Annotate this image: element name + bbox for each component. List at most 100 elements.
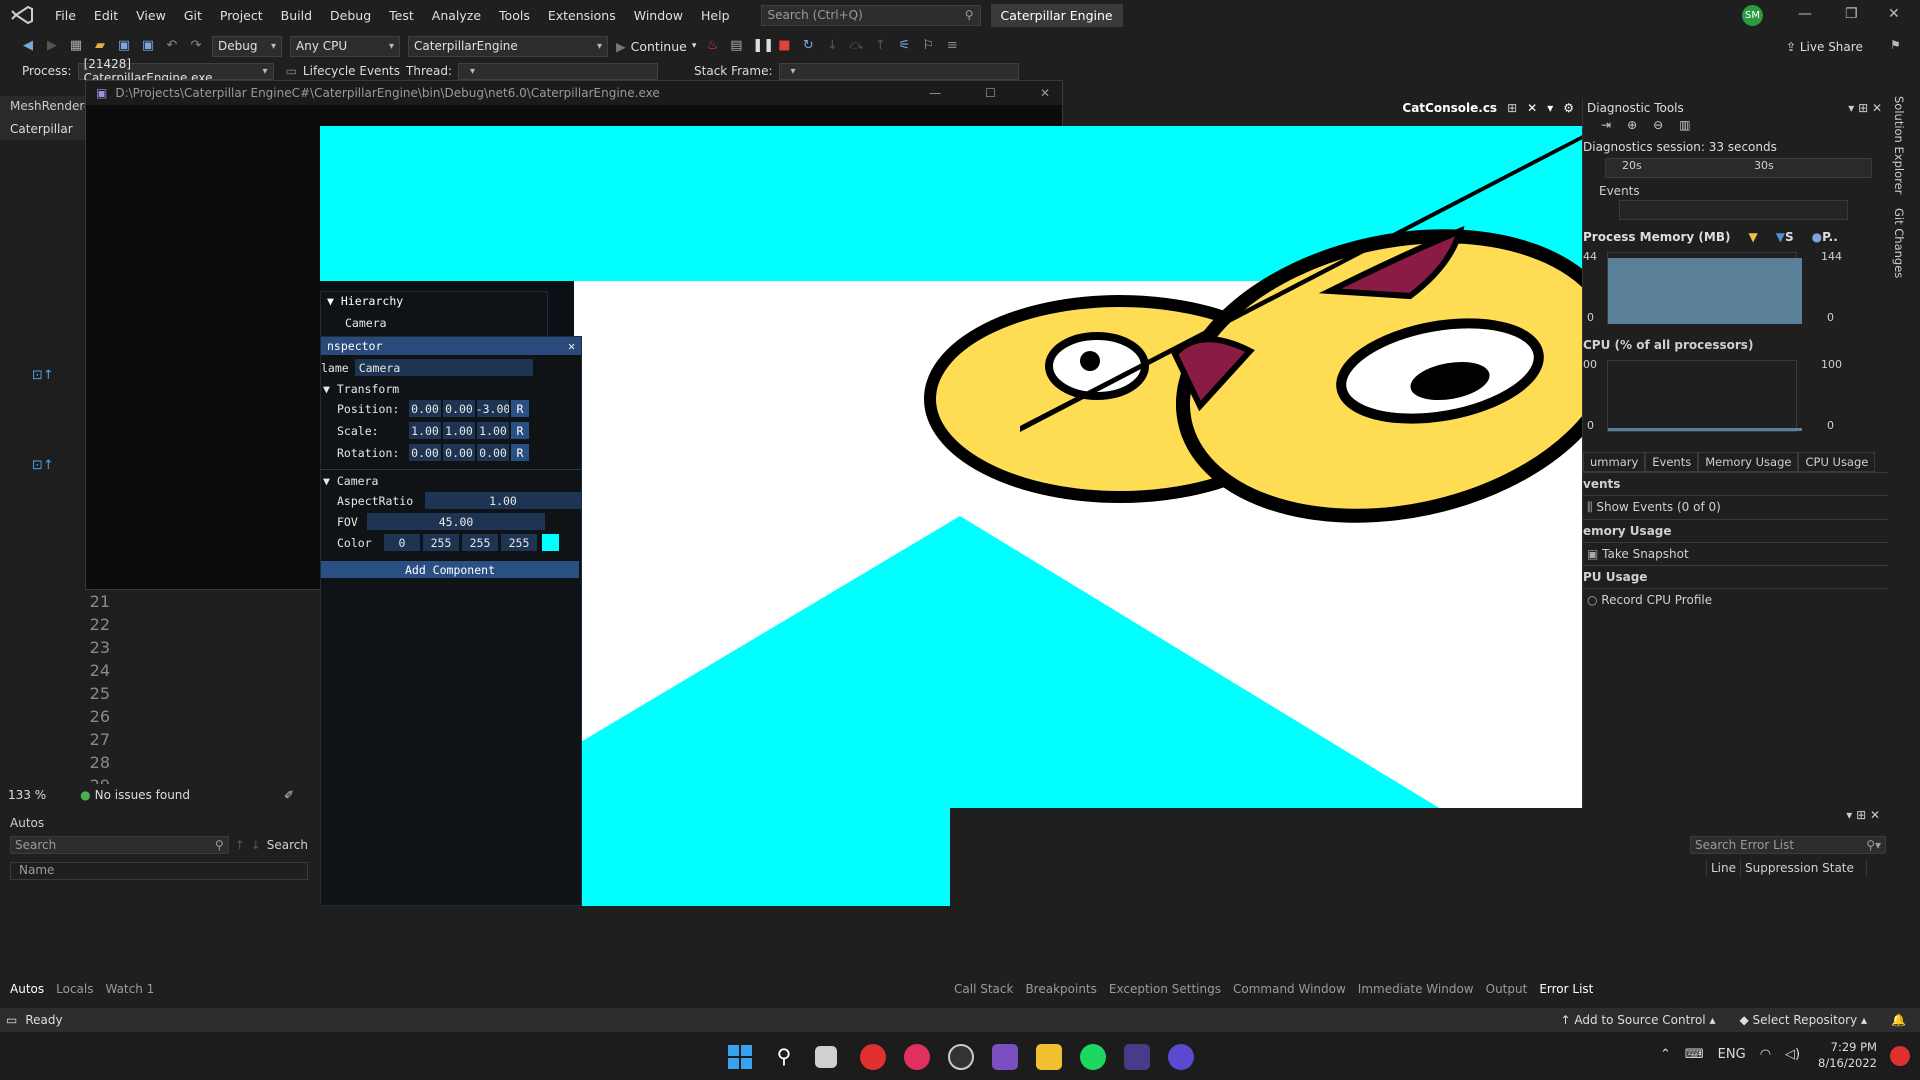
tab-summary[interactable]: ummary xyxy=(1583,452,1646,472)
editor-tab-meshrenderer[interactable]: MeshRendere xyxy=(0,96,91,118)
startup-project-select[interactable]: CaterpillarEngine xyxy=(408,35,608,57)
open-icon[interactable]: ▰ xyxy=(92,38,108,54)
save-all-icon[interactable]: ▣ xyxy=(140,38,156,54)
browse-icon[interactable]: ▤ xyxy=(728,38,744,54)
tab-autos[interactable]: Autos xyxy=(10,982,44,1002)
lifecycle-events-button[interactable]: Lifecycle Events xyxy=(303,64,400,78)
step-over-icon[interactable]: ⤼ xyxy=(848,38,864,54)
restart-icon[interactable]: ↻ xyxy=(800,38,816,54)
menu-file[interactable]: File xyxy=(46,8,85,23)
hierarchy-item-camera[interactable]: Camera xyxy=(321,310,547,336)
reset-view-icon[interactable]: ▥ xyxy=(1679,118,1690,138)
tab-error-list[interactable]: Error List xyxy=(1539,982,1593,1002)
tab-breakpoints[interactable]: Breakpoints xyxy=(1025,982,1096,1002)
reset-rotation-button[interactable]: R xyxy=(511,444,529,461)
close-icon[interactable]: ✕ xyxy=(1527,101,1537,115)
select-tools-icon[interactable]: ⇥ xyxy=(1601,118,1611,138)
scale-x[interactable]: 1.00 xyxy=(409,422,441,439)
minimize-icon[interactable]: — xyxy=(929,86,941,100)
continue-button[interactable]: ▶ Continue ▾ xyxy=(616,39,696,54)
gear-icon[interactable]: ⚙ xyxy=(1563,101,1574,115)
close-icon[interactable]: ✕ xyxy=(568,339,575,353)
close-icon[interactable]: ✕ xyxy=(1888,6,1900,22)
zoom-level[interactable]: 133 % xyxy=(8,788,46,802)
pause-icon[interactable]: ❚❚ xyxy=(752,38,774,54)
csharp-app-icon[interactable] xyxy=(1168,1044,1194,1070)
git-changes-tab[interactable]: Git Changes xyxy=(1892,208,1906,278)
volume-icon[interactable]: ◁) xyxy=(1785,1047,1800,1062)
transform-header[interactable]: ▼ Transform xyxy=(321,382,581,396)
save-icon[interactable]: ▣ xyxy=(116,38,132,54)
arrow-down-icon[interactable]: ↓ xyxy=(251,838,261,852)
new-project-icon[interactable]: ▦ xyxy=(68,38,84,54)
scale-y[interactable]: 1.00 xyxy=(443,422,475,439)
rotation-y[interactable]: 0.00 xyxy=(443,444,475,461)
scale-z[interactable]: 1.00 xyxy=(477,422,509,439)
color-r[interactable]: 0 xyxy=(384,534,420,551)
live-share-button[interactable]: ⇪ Live Share xyxy=(1786,40,1863,54)
arrow-up-icon[interactable]: ↑ xyxy=(235,838,245,852)
chevron-down-icon[interactable]: ▾ xyxy=(1547,101,1553,115)
position-y[interactable]: 0.00 xyxy=(443,400,475,417)
aspect-ratio-input[interactable]: 1.00 xyxy=(425,492,581,509)
tab-locals[interactable]: Locals xyxy=(56,982,93,1002)
menu-tools[interactable]: Tools xyxy=(490,8,539,23)
feedback-icon[interactable]: ⚑ xyxy=(1890,38,1901,52)
reset-position-button[interactable]: R xyxy=(511,400,529,417)
back-icon[interactable]: ◀ xyxy=(20,38,36,54)
forward-icon[interactable]: ▶ xyxy=(44,38,60,54)
task-view-icon[interactable] xyxy=(815,1046,837,1068)
column-suppression-state[interactable]: Suppression State xyxy=(1741,860,1868,876)
add-to-source-control[interactable]: ↑ Add to Source Control ▴ xyxy=(1560,1013,1715,1027)
step-out-icon[interactable]: ↑ xyxy=(872,38,888,54)
tab-cpu-usage[interactable]: CPU Usage xyxy=(1798,452,1876,472)
tab-memory-usage[interactable]: Memory Usage xyxy=(1698,452,1799,472)
tab-events[interactable]: Events xyxy=(1645,452,1699,472)
wifi-icon[interactable]: ◠ xyxy=(1760,1047,1771,1062)
color-g[interactable]: 255 xyxy=(423,534,459,551)
autos-search-depth[interactable]: Search xyxy=(267,838,308,852)
thread-select[interactable] xyxy=(458,62,659,80)
add-component-button[interactable]: Add Component xyxy=(321,561,579,578)
menu-view[interactable]: View xyxy=(127,8,175,23)
name-input[interactable]: Camera xyxy=(354,359,533,376)
codelens-icon-2[interactable]: ⊡↑ xyxy=(32,458,54,473)
stack-frame-select[interactable] xyxy=(778,62,1019,80)
pin-icon[interactable]: ⊞ xyxy=(1507,101,1517,115)
autos-search-input[interactable]: Search ⚲ xyxy=(10,836,229,854)
notification-bell-icon[interactable]: 🔔 xyxy=(1891,1013,1906,1027)
maximize-icon[interactable]: ☐ xyxy=(985,86,996,100)
color-b[interactable]: 255 xyxy=(462,534,498,551)
timeline-ruler[interactable]: 20s 30s xyxy=(1605,158,1872,178)
show-events-link[interactable]: ⫼ Show Events (0 of 0) xyxy=(1583,496,1888,520)
hot-reload-icon[interactable]: ♨ xyxy=(704,38,720,54)
visual-studio-icon[interactable] xyxy=(992,1044,1018,1070)
tab-exception-settings[interactable]: Exception Settings xyxy=(1109,982,1221,1002)
select-repository[interactable]: ◆ Select Repository ▴ xyxy=(1740,1013,1868,1027)
start-button-icon[interactable] xyxy=(727,1044,753,1070)
tab-watch1[interactable]: Watch 1 xyxy=(105,982,154,1002)
notification-badge-icon[interactable] xyxy=(1890,1046,1910,1066)
position-x[interactable]: 0.00 xyxy=(409,400,441,417)
undo-icon[interactable]: ↶ xyxy=(164,38,180,54)
avatar[interactable]: SM xyxy=(1742,5,1763,26)
process-select[interactable]: [21428] CaterpillarEngine.exe xyxy=(77,57,274,85)
language-indicator[interactable]: ENG xyxy=(1718,1047,1746,1062)
menu-git[interactable]: Git xyxy=(175,8,211,23)
camera-header[interactable]: ▼ Camera xyxy=(321,469,581,488)
cpu-graph[interactable]: 00 100 0 0 xyxy=(1583,358,1888,432)
rotation-z[interactable]: 0.00 xyxy=(477,444,509,461)
error-list-search-input[interactable]: Search Error List ⚲▾ xyxy=(1690,836,1886,854)
tab-immediate-window[interactable]: Immediate Window xyxy=(1358,982,1474,1002)
discord-icon[interactable] xyxy=(904,1044,930,1070)
stop-icon[interactable]: ■ xyxy=(776,38,792,54)
cleanup-icon[interactable]: ✐ xyxy=(284,788,294,802)
column-name[interactable]: Name xyxy=(10,862,308,880)
restore-icon[interactable]: ❐ xyxy=(1845,6,1858,22)
color-a[interactable]: 255 xyxy=(501,534,537,551)
config-select[interactable]: Debug xyxy=(212,35,282,57)
obs-icon[interactable] xyxy=(948,1044,974,1070)
rotation-x[interactable]: 0.00 xyxy=(409,444,441,461)
terminal-icon[interactable] xyxy=(1124,1044,1150,1070)
close-icon[interactable]: ✕ xyxy=(1040,86,1050,100)
